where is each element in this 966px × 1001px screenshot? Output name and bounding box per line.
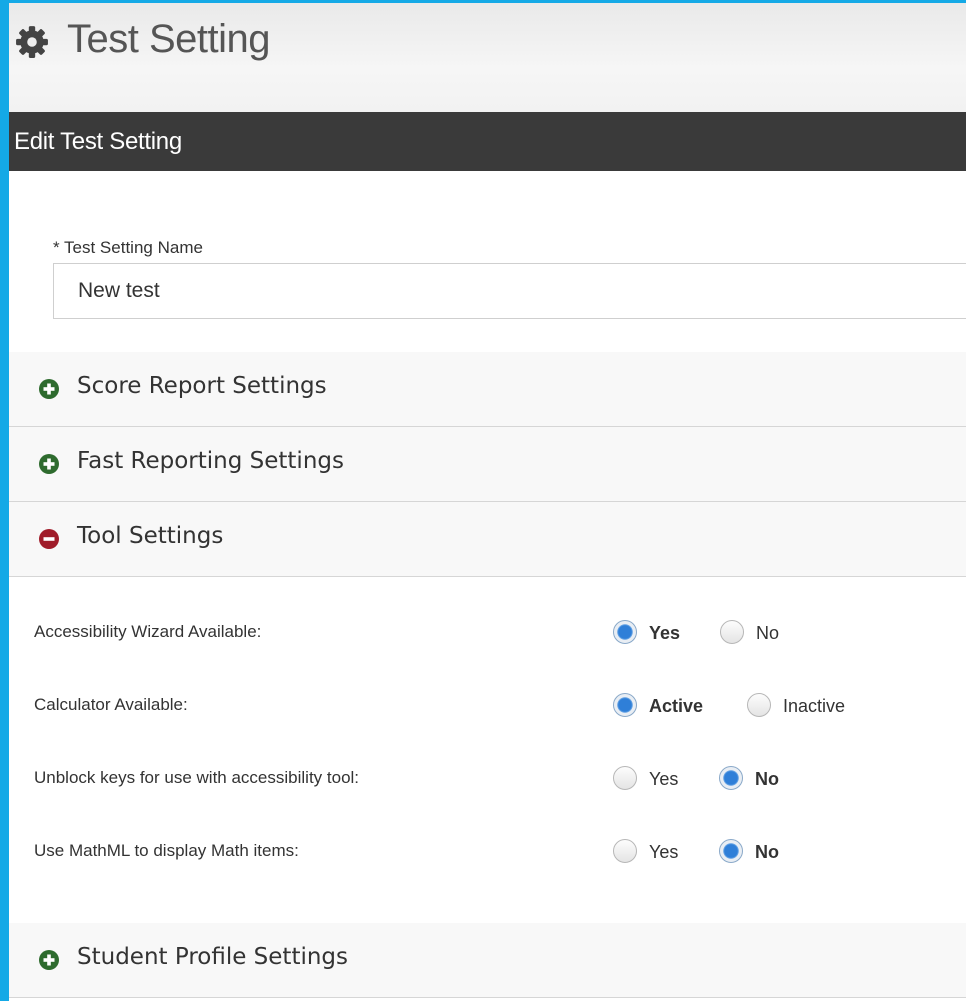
radio-button-selected[interactable] — [719, 839, 743, 863]
radio-option-label: Yes — [649, 842, 679, 862]
setting-label: Use MathML to display Math items: — [34, 841, 299, 860]
section-student-profile-label: Student Profile Settings — [77, 944, 349, 970]
plus-circle-icon — [39, 379, 59, 399]
radio-option-label: No — [755, 769, 779, 789]
radio-option-label: Inactive — [783, 696, 846, 716]
section-score-report-label: Score Report Settings — [77, 373, 327, 399]
minus-circle-icon — [39, 529, 59, 549]
radio-button[interactable] — [613, 839, 637, 863]
test-setting-name-label: * Test Setting Name — [53, 238, 203, 257]
app-frame: Test Setting Edit Test Setting * Test Se… — [0, 0, 966, 1001]
setting-row-mathml: Use MathML to display Math items: Yes No — [9, 832, 966, 872]
setting-row-unblock-keys: Unblock keys for use with accessibility … — [9, 759, 966, 799]
page-header: Test Setting — [9, 3, 966, 112]
setting-row-accessibility-wizard: Accessibility Wizard Available: Yes No — [9, 613, 966, 653]
setting-label: Calculator Available: — [34, 695, 188, 714]
radio-button-selected[interactable] — [613, 620, 637, 644]
setting-row-calculator: Calculator Available: Active Inactive — [9, 686, 966, 726]
setting-label: Unblock keys for use with accessibility … — [34, 768, 360, 787]
edit-setting-bar: Edit Test Setting — [9, 112, 966, 171]
radio-button[interactable] — [613, 766, 637, 790]
page-title: Test Setting — [67, 17, 271, 61]
radio-option-label: Active — [649, 696, 704, 716]
plus-circle-icon — [39, 454, 59, 474]
tool-settings-body: Accessibility Wizard Available: Yes No C… — [9, 578, 966, 924]
name-field-block: * Test Setting Name — [9, 171, 966, 352]
test-setting-name-input[interactable] — [53, 263, 966, 319]
section-tool-settings-label: Tool Settings — [77, 523, 224, 549]
radio-option-label: No — [755, 842, 779, 862]
section-tool-settings[interactable]: Tool Settings — [9, 502, 966, 577]
section-score-report[interactable]: Score Report Settings — [9, 352, 966, 427]
radio-option-label: No — [756, 623, 780, 643]
section-fast-reporting-label: Fast Reporting Settings — [77, 448, 344, 474]
section-fast-reporting[interactable]: Fast Reporting Settings — [9, 427, 966, 502]
radio-button[interactable] — [720, 620, 744, 644]
radio-option-label: Yes — [649, 769, 679, 789]
radio-button[interactable] — [747, 693, 771, 717]
section-student-profile[interactable]: Student Profile Settings — [9, 923, 966, 998]
radio-button-selected[interactable] — [613, 693, 637, 717]
radio-button-selected[interactable] — [719, 766, 743, 790]
radio-option-label: Yes — [649, 623, 681, 643]
gear-icon — [16, 26, 48, 58]
setting-label: Accessibility Wizard Available: — [34, 622, 262, 641]
edit-setting-title: Edit Test Setting — [14, 128, 182, 155]
plus-circle-icon — [39, 950, 59, 970]
